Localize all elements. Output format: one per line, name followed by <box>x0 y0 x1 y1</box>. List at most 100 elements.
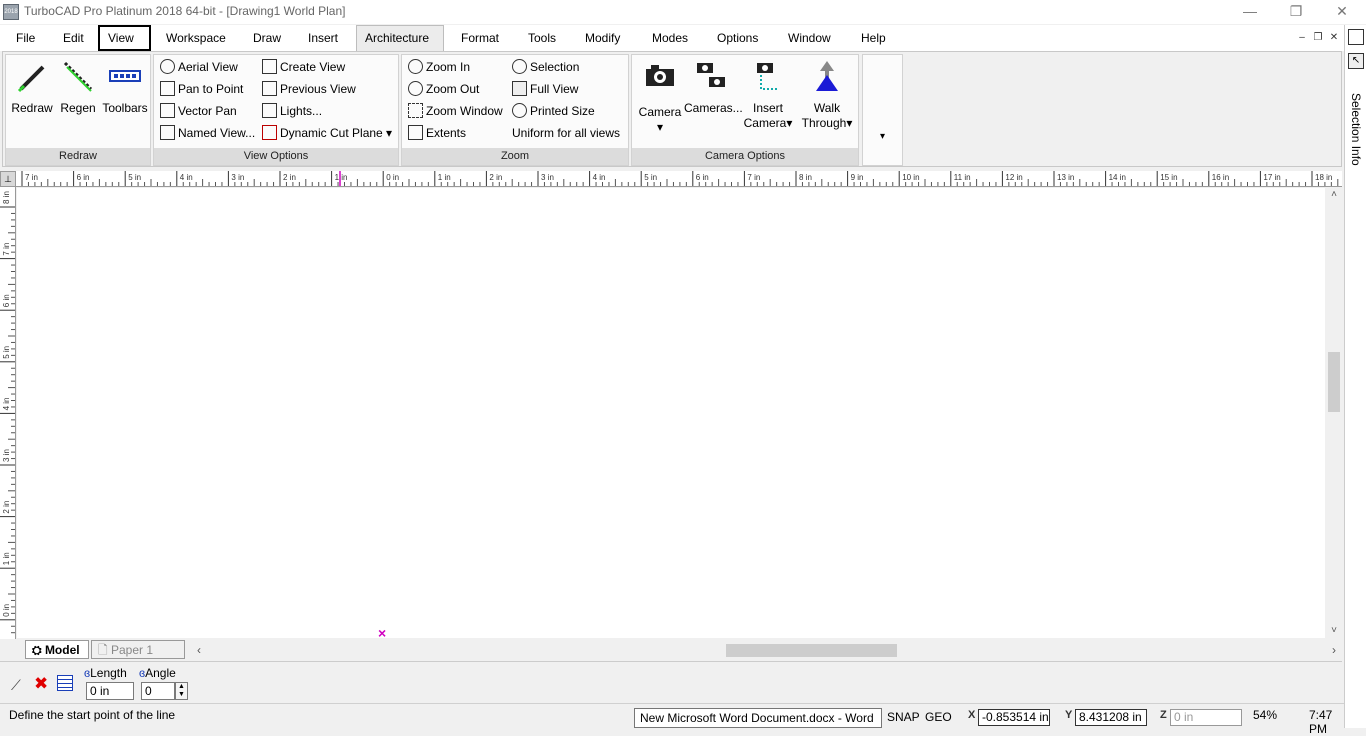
horizontal-scroll-thumb[interactable] <box>726 644 897 657</box>
scroll-down-icon[interactable]: ˅ <box>1326 624 1342 638</box>
menu-modify[interactable]: Modify <box>577 25 628 51</box>
turbocad-app-icon[interactable]: 2018 <box>3 4 19 20</box>
menu-window[interactable]: Window <box>780 25 839 51</box>
vector-pan-icon <box>160 103 175 118</box>
restore-button[interactable]: ❐ <box>1273 0 1319 24</box>
lights-button[interactable]: Lights... <box>262 101 322 121</box>
angle-stepper[interactable]: ▲ ▼ <box>175 682 188 700</box>
side-panel: ↖ Selection Info <box>1344 25 1366 728</box>
zoom-selection-button[interactable]: Selection <box>512 57 579 77</box>
printed-size-button[interactable]: Printed Size <box>512 101 595 121</box>
scroll-right-icon[interactable]: › <box>1326 642 1342 658</box>
extents-icon <box>408 125 423 140</box>
snap-toggle[interactable]: SNAP <box>887 710 920 724</box>
walk-through-icon <box>816 61 838 91</box>
length-field[interactable]: 0 in <box>86 682 134 700</box>
camera-button[interactable]: Camera ▾ <box>636 59 684 135</box>
paper-tab-icon: 🗋 <box>98 643 111 657</box>
menu-architecture[interactable]: Architecture <box>356 25 444 51</box>
cursor-arrow-icon[interactable]: ↖ <box>1348 53 1364 69</box>
ruler-tick-label: 1 in <box>335 173 348 182</box>
named-view-button[interactable]: Named View... <box>160 123 255 143</box>
tab-paper-1[interactable]: 🗋 Paper 1 <box>91 640 185 659</box>
cameras-button[interactable]: Cameras... <box>684 59 743 116</box>
menu-insert[interactable]: Insert <box>300 25 346 51</box>
ruler-tick-label: 17 in <box>1263 173 1280 182</box>
tab-model[interactable]: ⛭ Model <box>25 640 89 659</box>
menu-workspace[interactable]: Workspace <box>158 25 234 51</box>
ribbon-overflow-arrow-icon[interactable]: ▾ <box>863 131 902 142</box>
group-view-options: Aerial View Pan to Point Vector Pan Name… <box>153 54 399 166</box>
redraw-button[interactable]: Redraw <box>10 59 54 116</box>
zoom-selection-icon <box>512 59 527 74</box>
menu-help[interactable]: Help <box>853 25 894 51</box>
zoom-in-button[interactable]: Zoom In <box>408 57 470 77</box>
ruler-tick-label: 0 in <box>2 604 11 617</box>
menu-edit[interactable]: Edit <box>55 25 92 51</box>
group-label-zoom: Zoom <box>402 148 628 165</box>
vertical-scrollbar[interactable]: ˄ ˅ <box>1326 188 1342 638</box>
menu-view[interactable]: View <box>98 25 151 51</box>
scroll-left-icon[interactable]: ‹ <box>191 642 207 658</box>
mdi-close-icon[interactable]: ✕ <box>1328 32 1340 44</box>
y-coordinate-field[interactable]: 8.431208 in <box>1075 709 1147 726</box>
zoom-window-button[interactable]: Zoom Window <box>408 101 503 121</box>
insert-camera-button[interactable]: Insert Camera▾ <box>742 59 794 131</box>
vector-pan-button[interactable]: Vector Pan <box>160 101 237 121</box>
menu-modes[interactable]: Modes <box>644 25 696 51</box>
vertical-scroll-thumb[interactable] <box>1328 352 1340 412</box>
properties-table-icon[interactable] <box>57 675 73 691</box>
group-zoom: Zoom In Zoom Out Zoom Window Extents Sel… <box>401 54 629 166</box>
create-view-button[interactable]: Create View <box>262 57 345 77</box>
horizontal-ruler[interactable]: 7 in 6 in 5 in 4 in 3 in 2 in 1 in 0 in 1 in 2 in… <box>16 171 1342 187</box>
zoom-out-button[interactable]: Zoom Out <box>408 79 479 99</box>
mdi-minimize-icon[interactable]: – <box>1296 32 1308 44</box>
length-label: ɞLength <box>84 666 127 680</box>
ruler-tick-label: 4 in <box>593 173 606 182</box>
geo-toggle[interactable]: GEO <box>925 710 952 724</box>
line-tool-icon[interactable]: ⟋ <box>11 677 29 693</box>
menu-options[interactable]: Options <box>709 25 766 51</box>
ruler-tick-label: 6 in <box>696 173 709 182</box>
selection-info-tab[interactable]: Selection Info <box>1347 93 1365 179</box>
cancel-icon[interactable]: ✖ <box>34 674 52 693</box>
drawing-canvas[interactable]: × <box>17 188 1325 640</box>
dropdown-arrow-icon: ▾ <box>786 116 793 130</box>
ruler-tick-label: 13 in <box>1057 173 1074 182</box>
ruler-tick-label: 18 in <box>1315 173 1332 182</box>
horizontal-scrollbar[interactable]: ‹ › <box>197 642 1342 658</box>
vertical-ruler-ticks: 8 in 7 in 6 in 5 in 4 in 3 in 2 in 1 in 0 in <box>0 191 15 634</box>
panel-pin-icon[interactable] <box>1348 29 1364 45</box>
y-axis-icon: Y <box>1065 709 1073 721</box>
ruler-tick-label: 11 in <box>954 173 971 182</box>
menu-tools[interactable]: Tools <box>520 25 564 51</box>
ruler-tick-label: 2 in <box>283 173 296 182</box>
uniform-all-views-button[interactable]: Uniform for all views <box>512 123 620 143</box>
scroll-up-icon[interactable]: ˄ <box>1326 188 1342 202</box>
previous-view-button[interactable]: Previous View <box>262 79 356 99</box>
z-coordinate-field[interactable]: 0 in <box>1170 709 1242 726</box>
ruler-corner[interactable]: ⊥ <box>0 171 16 187</box>
dynamic-cut-plane-button[interactable]: Dynamic Cut Plane ▾ <box>262 123 392 143</box>
toolbars-button[interactable]: Toolbars <box>100 59 150 116</box>
menu-format[interactable]: Format <box>453 25 507 51</box>
ribbon-overflow[interactable]: ▾ <box>862 54 903 166</box>
vertical-ruler[interactable]: 8 in 7 in 6 in 5 in 4 in 3 in 2 in 1 in 0 in <box>0 187 16 639</box>
zoom-window-icon <box>408 103 423 118</box>
minimize-button[interactable]: — <box>1227 0 1273 24</box>
mdi-restore-icon[interactable]: ❐ <box>1312 32 1324 44</box>
dropdown-arrow-icon: ▾ <box>846 116 853 130</box>
menu-file[interactable]: File <box>8 25 43 51</box>
aerial-view-button[interactable]: Aerial View <box>160 57 238 77</box>
x-coordinate-field[interactable]: -0.853514 in <box>978 709 1050 726</box>
walk-through-button[interactable]: Walk Through▾ <box>798 59 856 131</box>
menu-draw[interactable]: Draw <box>245 25 289 51</box>
extents-button[interactable]: Extents <box>408 123 466 143</box>
regen-button[interactable]: Regen <box>56 59 100 116</box>
ruler-tick-label: 2 in <box>489 173 502 182</box>
pan-to-point-button[interactable]: Pan to Point <box>160 79 243 99</box>
ruler-tick-label: 8 in <box>2 191 11 204</box>
close-button[interactable]: ✕ <box>1319 0 1365 24</box>
full-view-button[interactable]: Full View <box>512 79 578 99</box>
angle-field[interactable]: 0 <box>141 682 175 700</box>
